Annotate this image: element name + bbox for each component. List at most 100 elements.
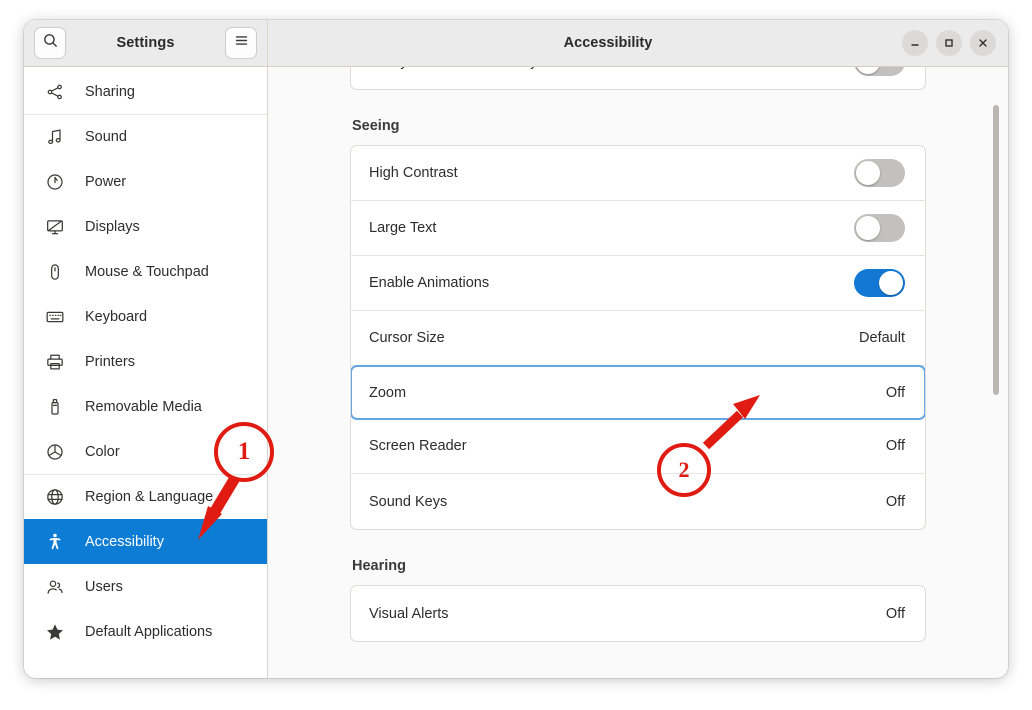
search-button[interactable] <box>34 27 66 59</box>
row-label: Enable Animations <box>369 275 490 291</box>
page-title: Accessibility <box>563 35 653 51</box>
sidebar-item-label: Sound <box>85 129 127 145</box>
sidebar-header: Settings <box>24 20 268 66</box>
row-enable-animations[interactable]: Enable Animations <box>351 256 925 311</box>
star-icon <box>44 621 66 643</box>
row-label: Always Show Accessibility Menu <box>369 67 854 70</box>
share-nodes-icon <box>44 81 66 103</box>
sidebar-item-printers[interactable]: Printers <box>24 339 267 384</box>
main-menu-button[interactable] <box>225 27 257 59</box>
hamburger-menu-icon <box>233 32 250 54</box>
annotation-badge-2: 2 <box>657 443 711 497</box>
close-button[interactable] <box>970 30 996 56</box>
minimize-button[interactable] <box>902 30 928 56</box>
section-title-seeing: Seeing <box>352 118 400 134</box>
row-label: High Contrast <box>369 165 458 181</box>
scroll-viewport: Always Show Accessibility Menu Seeing High… <box>268 67 1008 678</box>
row-label: Sound Keys <box>369 493 448 510</box>
row-value: Off <box>885 438 905 454</box>
row-high-contrast[interactable]: High Contrast <box>351 146 925 201</box>
mouse-icon <box>44 261 66 283</box>
accessibility-icon <box>44 531 66 553</box>
sidebar-item-sharing[interactable]: Sharing <box>24 69 267 114</box>
sidebar-item-sound[interactable]: Sound <box>24 114 267 159</box>
row-value: Off <box>885 493 905 510</box>
color-wheel-icon <box>44 441 66 463</box>
usb-drive-icon <box>44 396 66 418</box>
music-note-icon <box>44 126 66 148</box>
toggle-knob <box>856 67 880 74</box>
sidebar-item-default-applications[interactable]: Default Applications <box>24 609 267 654</box>
card-clipped-top: Always Show Accessibility Menu <box>350 67 926 90</box>
sidebar-item-label: Keyboard <box>85 308 148 325</box>
toggle-knob <box>856 216 880 240</box>
row-zoom[interactable]: Zoom Off <box>351 365 925 420</box>
sidebar-item-label: Displays <box>85 218 140 235</box>
maximize-button[interactable] <box>936 30 962 56</box>
printer-icon <box>44 351 66 373</box>
toggle-switch[interactable] <box>854 214 905 242</box>
sidebar-item-label: Printers <box>85 353 135 370</box>
sidebar-item-accessibility[interactable]: Accessibility <box>24 519 267 564</box>
screenshot-root: Settings Accessibility Sharing Sound Pow… <box>0 0 1032 710</box>
sidebar-item-displays[interactable]: Displays <box>24 204 267 249</box>
sidebar-item-label: Region & Language <box>85 489 214 505</box>
close-icon <box>977 37 989 49</box>
sidebar-item-power[interactable]: Power <box>24 159 267 204</box>
settings-window: Settings Accessibility Sharing Sound Pow… <box>24 20 1008 678</box>
row-label: Cursor Size <box>369 330 445 346</box>
row-screen-reader[interactable]: Screen Reader Off <box>351 419 925 474</box>
toggle-switch[interactable] <box>854 67 905 76</box>
row-value: Default <box>859 330 905 346</box>
window-headerbar: Settings Accessibility <box>24 20 1008 67</box>
sidebar-item-removable-media[interactable]: Removable Media <box>24 384 267 429</box>
sidebar-item-label: Color <box>85 443 120 460</box>
row-large-text[interactable]: Large Text <box>351 201 925 256</box>
sidebar-item-label: Users <box>85 578 123 595</box>
toggle-switch[interactable] <box>854 159 905 187</box>
sidebar-item-label: Sharing <box>85 83 135 100</box>
section-title-hearing: Hearing <box>352 558 406 574</box>
sidebar-item-region-language[interactable]: Region & Language <box>24 474 267 519</box>
settings-main-panel: Always Show Accessibility Menu Seeing High… <box>268 67 1008 678</box>
row-value: Off <box>885 384 905 401</box>
sidebar-item-label: Default Applications <box>85 623 213 640</box>
scrollbar-thumb[interactable] <box>993 105 999 395</box>
toggle-switch[interactable] <box>854 269 905 297</box>
display-icon <box>44 216 66 238</box>
settings-sidebar: Sharing Sound Power Displays Mouse & Touchpa… <box>24 67 268 678</box>
sidebar-item-keyboard[interactable]: Keyboard <box>24 294 267 339</box>
vertical-scrollbar[interactable] <box>990 67 1002 678</box>
sidebar-item-label: Power <box>85 173 127 190</box>
sidebar-item-label: Mouse & Touchpad <box>85 263 209 280</box>
sidebar-item-label: Removable Media <box>85 398 202 415</box>
row-label: Screen Reader <box>369 438 467 454</box>
toggle-knob <box>856 161 880 185</box>
power-icon <box>44 171 66 193</box>
settings-content: Always Show Accessibility Menu Seeing High… <box>268 67 1008 678</box>
search-icon <box>42 32 59 54</box>
row-label: Large Text <box>369 220 437 236</box>
card-seeing: High Contrast Large Text Enable Animations… <box>350 145 926 530</box>
card-hearing: Visual Alerts Off <box>350 585 926 642</box>
minimize-icon <box>909 37 921 49</box>
section-title-clipped-bottom <box>352 670 926 678</box>
keyboard-icon <box>44 306 66 328</box>
row-always-show-accessibility-menu[interactable]: Always Show Accessibility Menu <box>351 67 925 89</box>
main-header: Accessibility <box>268 20 1008 66</box>
row-visual-alerts[interactable]: Visual Alerts Off <box>351 586 925 641</box>
row-label: Visual Alerts <box>369 605 449 622</box>
window-controls <box>902 30 996 56</box>
sidebar-item-label: Accessibility <box>85 533 164 550</box>
row-sound-keys[interactable]: Sound Keys Off <box>351 474 925 529</box>
window-body: Sharing Sound Power Displays Mouse & Touchpa… <box>24 67 1008 678</box>
row-value: Off <box>885 605 905 622</box>
row-cursor-size[interactable]: Cursor Size Default <box>351 311 925 366</box>
annotation-badge-1: 1 <box>214 422 274 482</box>
toggle-knob <box>879 271 903 295</box>
globe-icon <box>44 486 66 508</box>
maximize-icon <box>943 37 955 49</box>
sidebar-item-users[interactable]: Users <box>24 564 267 609</box>
row-label: Zoom <box>369 384 407 401</box>
sidebar-item-mouse-touchpad[interactable]: Mouse & Touchpad <box>24 249 267 294</box>
